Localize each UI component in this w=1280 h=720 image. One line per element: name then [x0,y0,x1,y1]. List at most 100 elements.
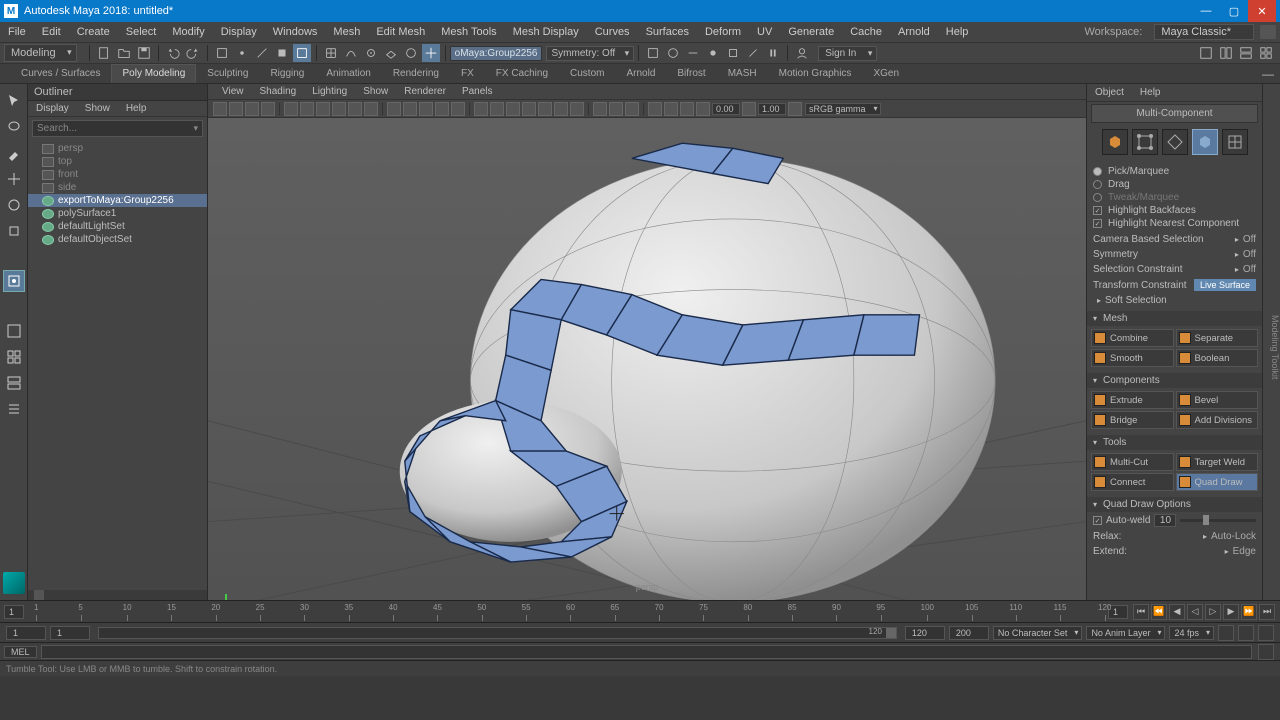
current-frame-field-left[interactable]: 1 [4,605,24,619]
shelf-tab[interactable]: Motion Graphics [768,64,863,83]
save-scene-icon[interactable] [135,44,153,62]
four-pane-icon[interactable] [3,346,25,368]
vp-menu-renderer[interactable]: Renderer [396,86,454,97]
vp-menu-lighting[interactable]: Lighting [304,86,355,97]
layout-1-icon[interactable] [1197,44,1215,62]
outliner-search[interactable]: Search... [32,120,203,137]
menu-deform[interactable]: Deform [697,26,749,38]
anim-layer-selector[interactable]: No Anim Layer [1086,626,1165,640]
vp-icon[interactable] [403,102,417,116]
undo-icon[interactable] [164,44,182,62]
vp-icon[interactable] [609,102,623,116]
menu-curves[interactable]: Curves [587,26,638,38]
shelf-tab[interactable]: Sculpting [196,64,259,83]
play-fwd-icon[interactable]: ▷ [1205,604,1221,620]
menu-windows[interactable]: Windows [265,26,326,38]
quad-draw-button[interactable]: Quad Draw [1176,473,1259,491]
layout-3-icon[interactable] [1237,44,1255,62]
relax-option[interactable]: Relax:▸Auto-Lock [1087,529,1262,544]
vp-icon[interactable] [364,102,378,116]
command-input[interactable] [41,645,1252,659]
symmetry-selector[interactable]: Symmetry: Off [546,46,634,61]
multi-component-tab[interactable]: Multi-Component [1091,104,1258,123]
vp-icon[interactable] [648,102,662,116]
vp-menu-view[interactable]: View [214,86,252,97]
combine-button[interactable]: Combine [1091,329,1174,347]
shelf-tab[interactable]: Animation [315,64,381,83]
signin-button[interactable]: Sign In [818,46,877,61]
open-scene-icon[interactable] [115,44,133,62]
rotate-tool-icon[interactable] [3,194,25,216]
redo-icon[interactable] [184,44,202,62]
connect-button[interactable]: Connect [1091,473,1174,491]
sel-vert-icon[interactable] [233,44,251,62]
vp-icon[interactable] [451,102,465,116]
vp-icon[interactable] [387,102,401,116]
menu-mesh-display[interactable]: Mesh Display [505,26,587,38]
menu-modify[interactable]: Modify [164,26,212,38]
pick-marquee-option[interactable]: Pick/Marquee [1093,165,1256,178]
go-start-icon[interactable]: ⏮ [1133,604,1149,620]
menu-create[interactable]: Create [69,26,118,38]
outliner-scrollbar[interactable] [28,590,207,600]
colorspace-selector[interactable]: sRGB gamma [805,103,881,115]
tweak-marquee-option[interactable]: Tweak/Marquee [1093,191,1256,204]
live-object-field[interactable]: oMaya:Group2256 [450,46,543,61]
maximize-button[interactable]: ▢ [1220,0,1248,22]
section-mesh[interactable]: ▾Mesh [1087,311,1262,326]
shelf-tab[interactable]: Custom [559,64,615,83]
hl-icon[interactable] [704,44,722,62]
rpanel-menu-object[interactable]: Object [1087,87,1132,98]
close-button[interactable]: ✕ [1248,0,1276,22]
vp-icon[interactable] [506,102,520,116]
outliner-item[interactable]: side [28,181,207,194]
step-back-key-icon[interactable]: ⏪ [1151,604,1167,620]
sel-uv-icon[interactable] [293,44,311,62]
shelf-minimize-icon[interactable]: ― [1256,65,1280,83]
shelf-tab[interactable]: Rigging [259,64,315,83]
sel-obj-icon[interactable] [213,44,231,62]
workspace-selector[interactable]: Maya Classic* [1154,24,1254,40]
script-lang-selector[interactable]: MEL [4,646,37,658]
outliner-item[interactable]: top [28,155,207,168]
menu-edit-mesh[interactable]: Edit Mesh [368,26,433,38]
section-tools[interactable]: ▾Tools [1087,435,1262,450]
boolean-button[interactable]: Boolean [1176,349,1259,367]
layout-2-icon[interactable] [1217,44,1235,62]
gamma-field[interactable]: 1.00 [758,103,786,115]
transform-constraint[interactable]: Transform ConstraintLive Surface [1087,277,1262,293]
vp-icon[interactable] [419,102,433,116]
menu-select[interactable]: Select [118,26,165,38]
vp-icon[interactable] [538,102,552,116]
menu-arnold[interactable]: Arnold [890,26,938,38]
new-scene-icon[interactable] [95,44,113,62]
step-fwd-key-icon[interactable]: ⏩ [1241,604,1257,620]
snap-curve-icon[interactable] [342,44,360,62]
sel-edge-icon[interactable] [253,44,271,62]
move-tool-icon[interactable] [3,168,25,190]
vertex-mode-icon[interactable] [1132,129,1158,155]
symmetry-option[interactable]: Symmetry▸Off [1087,247,1262,262]
vp-icon[interactable] [348,102,362,116]
vp-menu-panels[interactable]: Panels [454,86,501,97]
highlight-nearest-option[interactable]: ✓Highlight Nearest Component [1093,217,1256,230]
section-components[interactable]: ▾Components [1087,373,1262,388]
outliner-item[interactable]: defaultObjectSet [28,233,207,246]
autokey-icon[interactable] [1238,625,1254,641]
edge-mode-icon[interactable] [1162,129,1188,155]
outliner-item[interactable]: defaultLightSet [28,220,207,233]
range-slider-track[interactable]: 120 [98,627,897,639]
menu-generate[interactable]: Generate [780,26,842,38]
vp-icon[interactable] [474,102,488,116]
vp-icon[interactable] [593,102,607,116]
vp-icon[interactable] [664,102,678,116]
uv-mode-icon[interactable] [1222,129,1248,155]
snap-live-icon[interactable] [402,44,420,62]
vp-icon[interactable] [570,102,584,116]
bevel-button[interactable]: Bevel [1176,391,1259,409]
menu-help[interactable]: Help [938,26,977,38]
minimize-button[interactable]: ― [1192,0,1220,22]
separate-button[interactable]: Separate [1176,329,1259,347]
add-divisions-button[interactable]: Add Divisions [1176,411,1259,429]
vp-icon[interactable] [680,102,694,116]
